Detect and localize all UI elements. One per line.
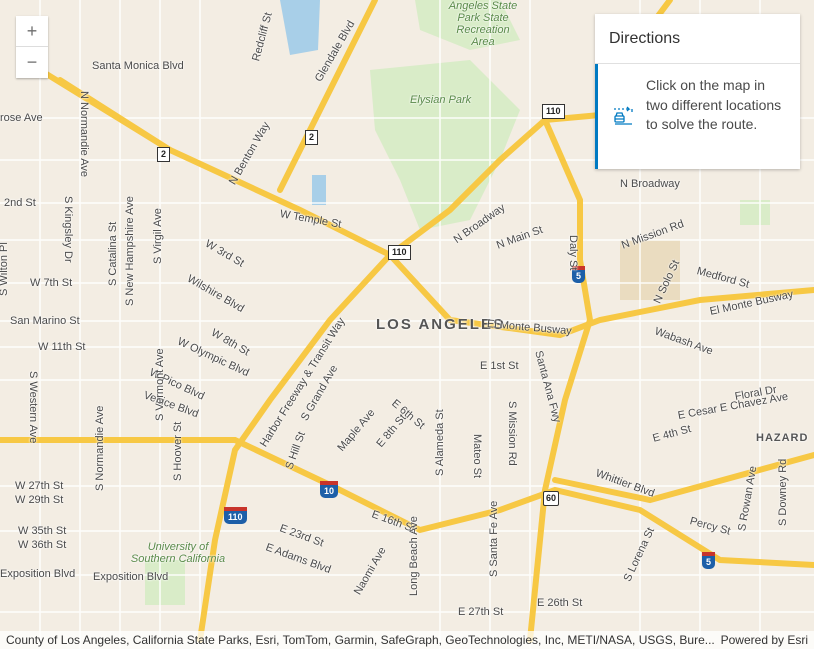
map-view[interactable]: LOS ANGELES Elysian Park Angeles State P…: [0, 0, 814, 649]
street-label: Exposition Blvd: [0, 568, 76, 580]
street-label: San Marino St: [10, 315, 80, 327]
street-label: S New Hampshire Ave: [124, 196, 136, 306]
zoom-in-button[interactable]: +: [16, 16, 48, 47]
route-car-icon: [614, 106, 633, 125]
city-label: LOS ANGELES: [376, 316, 505, 333]
street-label: S Santa Fe Ave: [488, 500, 500, 577]
directions-title: Directions: [595, 14, 800, 64]
directions-message-box: Click on the map in two different locati…: [595, 64, 800, 169]
highway-shield-110: 110: [388, 245, 411, 260]
street-label: Santa Monica Blvd: [92, 60, 184, 72]
directions-message: Click on the map in two different locati…: [646, 77, 782, 132]
powered-by-esri[interactable]: Powered by Esri: [721, 631, 808, 649]
street-label: S Western Ave: [27, 371, 39, 444]
street-label: S Normandie Ave: [94, 405, 106, 491]
street-label: S Virgil Ave: [152, 208, 164, 264]
zoom-control: + −: [16, 16, 48, 78]
street-label: W 36th St: [18, 539, 67, 551]
street-label: S Kingsley Dr: [62, 196, 74, 263]
interstate-shield-110: 110: [224, 507, 247, 524]
park-label: Elysian Park: [410, 94, 472, 106]
street-label: Mateo St: [471, 434, 483, 479]
street-label: E 27th St: [458, 606, 504, 618]
neighborhood-label: HAZARD: [756, 432, 809, 444]
street-label: 2nd St: [4, 197, 36, 209]
street-label: S Hoover St: [172, 421, 184, 481]
street-label: S Vermont Ave: [154, 348, 166, 421]
highway-shield-2: 2: [305, 130, 319, 145]
street-label: S Alameda St: [434, 409, 446, 476]
street-label: Daly St: [567, 235, 579, 271]
street-label: S Mission Rd: [506, 401, 518, 466]
interstate-shield-5: 5: [702, 552, 716, 569]
street-label: rose Ave: [0, 112, 43, 124]
street-label: W 35th St: [18, 525, 67, 537]
park-label: Angeles State Park State Recreation Area: [448, 0, 518, 48]
directions-panel: Directions Click on the map in two diffe…: [595, 14, 800, 169]
interstate-shield-10: 10: [320, 481, 339, 498]
street-label: Long Beach Ave: [408, 516, 420, 596]
highway-shield-60: 60: [543, 491, 560, 506]
park-label: University of Southern California: [130, 541, 226, 565]
street-label: W 11th St: [38, 341, 86, 353]
highway-shield-110: 110: [542, 104, 565, 119]
street-label: S Wilton Pl: [0, 242, 10, 296]
attribution-bar: County of Los Angeles, California State …: [0, 631, 814, 649]
street-label: W 27th St: [15, 480, 64, 492]
highway-shield-2: 2: [157, 147, 171, 162]
zoom-out-button[interactable]: −: [16, 47, 48, 78]
street-label: S Downey Rd: [777, 458, 789, 526]
street-label: S Catalina St: [107, 221, 119, 286]
street-label: W 7th St: [30, 277, 73, 289]
street-label: Exposition Blvd: [93, 571, 169, 583]
street-label: E 1st St: [480, 360, 519, 372]
street-label: W 29th St: [15, 494, 64, 506]
street-label: N Normandie Ave: [78, 91, 90, 178]
attribution-text[interactable]: County of Los Angeles, California State …: [6, 633, 715, 647]
street-label: E 26th St: [537, 597, 583, 609]
santa-monica-freeway: [0, 437, 814, 568]
street-label: N Broadway: [620, 178, 680, 190]
santa-ana-fwy: [527, 257, 594, 643]
